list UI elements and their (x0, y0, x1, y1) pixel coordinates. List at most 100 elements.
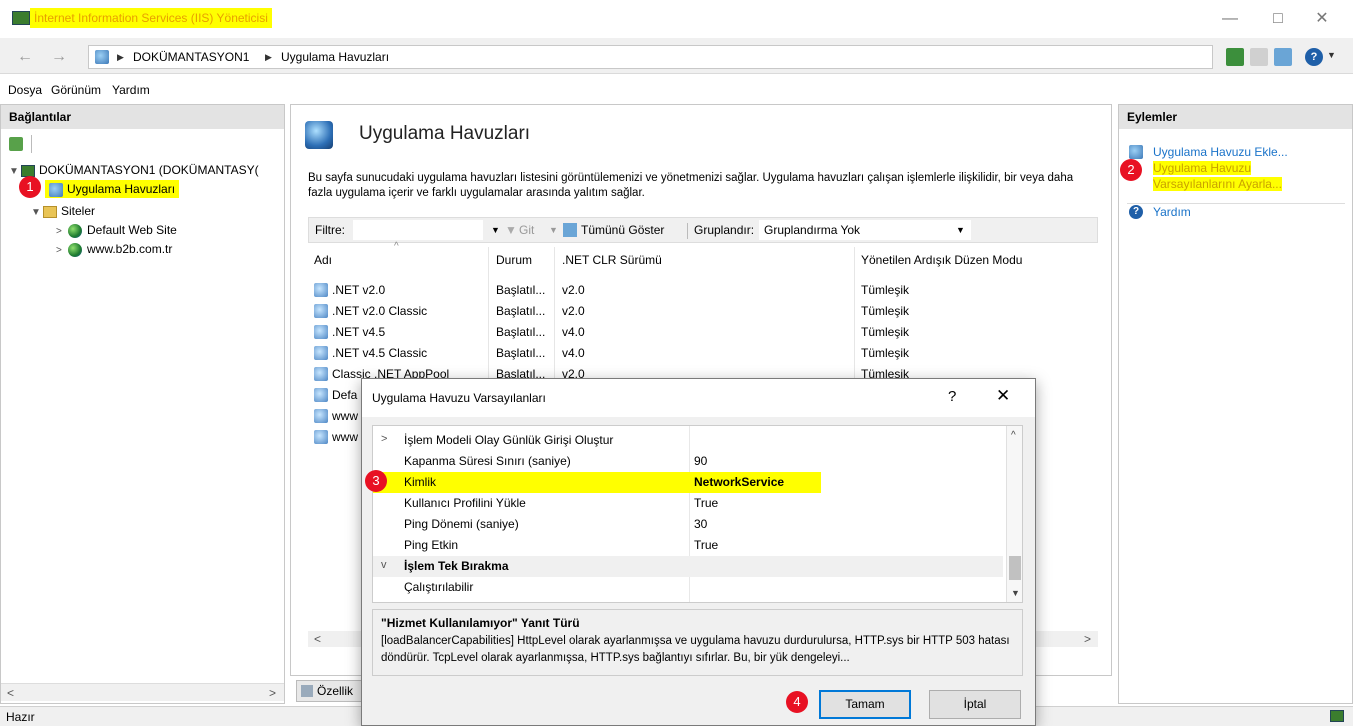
scroll-thumb[interactable] (1009, 556, 1021, 580)
set-defaults-link-line2[interactable]: Varsayılanlarını Ayarla... (1153, 177, 1282, 191)
address-bar: ← → ▶ DOKÜMANTASYON1 ▶ Uygulama Havuzlar… (0, 38, 1353, 74)
status-text: Hazır (6, 710, 35, 724)
add-app-pool-link[interactable]: Uygulama Havuzu Ekle... (1153, 145, 1288, 159)
chevron-down-icon: ▼ (956, 225, 965, 235)
home-icon[interactable] (1274, 48, 1292, 66)
minimize-button[interactable]: — (1210, 6, 1250, 32)
menu-view[interactable]: Görünüm (51, 83, 101, 97)
forward-button[interactable]: → (46, 46, 72, 68)
breadcrumb[interactable]: ▶ DOKÜMANTASYON1 ▶ Uygulama Havuzları (88, 45, 1213, 69)
scroll-down-icon[interactable]: ▼ (1011, 588, 1020, 598)
expand-icon[interactable]: > (381, 433, 387, 445)
features-view-tab[interactable]: Özellik (296, 680, 366, 702)
actions-pane: Eylemler Uygulama Havuzu Ekle... Uygulam… (1118, 104, 1353, 704)
collapse-icon[interactable]: v (381, 559, 387, 571)
back-button[interactable]: ← (12, 46, 38, 68)
help-link[interactable]: Yardım (1153, 205, 1191, 219)
property-value[interactable]: True (694, 538, 718, 552)
column-header-clr[interactable]: .NET CLR Sürümü (562, 253, 662, 267)
app-pool-icon (314, 409, 328, 423)
chevron-right-icon[interactable]: > (56, 242, 68, 260)
connect-tree-icon[interactable] (9, 137, 23, 151)
help-dropdown-icon[interactable]: ▼ (1327, 50, 1336, 60)
property-row[interactable]: Çalıştırılabilir (373, 577, 1003, 598)
scroll-up-icon[interactable]: ^ (1011, 430, 1016, 441)
tree-site-item[interactable]: > Default Web Site (56, 221, 177, 239)
scroll-right-icon[interactable]: > (1084, 632, 1091, 646)
scroll-right-icon[interactable]: > (269, 686, 276, 700)
property-row[interactable]: > İşlem Modeli Olay Günlük Girişi Oluştu… (373, 430, 1003, 451)
breadcrumb-server[interactable]: DOKÜMANTASYON1 (133, 50, 249, 64)
table-row[interactable]: .NET v4.5 Classic Başlatıl... v4.0 Tümleşik (308, 343, 1098, 364)
dialog-title: Uygulama Havuzu Varsayılanları (372, 391, 546, 405)
group-by-value: Gruplandırma Yok (764, 223, 861, 237)
column-header-status[interactable]: Durum (496, 253, 532, 267)
column-header-name[interactable]: Adı (314, 253, 332, 267)
filter-input[interactable] (353, 220, 483, 240)
chevron-down-icon[interactable]: ▼ (31, 204, 43, 222)
tree-site-item[interactable]: > www.b2b.com.tr (56, 240, 172, 258)
horizontal-scrollbar[interactable]: < > (1, 683, 284, 701)
table-row[interactable]: .NET v4.5 Başlatıl... v4.0 Tümleşik (308, 322, 1098, 343)
property-category-row[interactable]: v İşlem Tek Bırakma (373, 556, 1003, 577)
breadcrumb-app-pools[interactable]: Uygulama Havuzları (281, 50, 389, 64)
app-pool-icon (314, 430, 328, 444)
pool-clr: v4.0 (562, 346, 585, 360)
property-row[interactable]: Kapanma Süresi Sınırı (saniye) 90 (373, 451, 1003, 472)
stop-icon[interactable] (1250, 48, 1268, 66)
property-row[interactable]: Ping Dönemi (saniye) 30 (373, 514, 1003, 535)
tree-server-label: DOKÜMANTASYON1 (DOKÜMANTASY( (39, 163, 259, 177)
tree-sites-node[interactable]: ▼ Siteler (31, 202, 95, 220)
filter-dropdown-icon[interactable]: ▼ (491, 225, 500, 235)
server-node-icon (95, 50, 109, 64)
features-view-label: Özellik (317, 684, 354, 698)
property-row[interactable]: Kullanıcı Profilini Yükle True (373, 493, 1003, 514)
group-by-label: Gruplandır: (694, 223, 755, 237)
folder-icon (43, 205, 57, 218)
maximize-button[interactable]: □ (1258, 6, 1298, 32)
property-key: Kimlik (404, 475, 436, 489)
property-row[interactable]: Ping Etkin True (373, 535, 1003, 556)
property-value[interactable]: 90 (694, 454, 707, 468)
cancel-button[interactable]: İptal (929, 690, 1021, 719)
close-button[interactable]: ✕ (1302, 6, 1342, 32)
table-row[interactable]: .NET v2.0 Classic Başlatıl... v2.0 Tümleşik (308, 301, 1098, 322)
dialog-help-button[interactable]: ? (948, 388, 956, 405)
pool-clr: v2.0 (562, 283, 585, 297)
dialog-close-icon[interactable]: ✕ (996, 386, 1010, 406)
group-by-select[interactable]: Gruplandırma Yok ▼ (759, 220, 971, 240)
menu-file[interactable]: Dosya (8, 83, 42, 97)
chevron-right-icon[interactable]: > (56, 223, 68, 241)
chevron-down-icon[interactable]: ▼ (9, 163, 21, 181)
globe-icon (68, 242, 82, 257)
globe-icon (68, 223, 82, 238)
property-grid-scrollbar[interactable]: ^ ▼ (1006, 426, 1022, 602)
help-icon[interactable]: ? (1305, 48, 1323, 66)
go-button[interactable]: Git (519, 223, 534, 237)
help-icon: ? (1129, 205, 1143, 219)
tree-app-pools-node[interactable]: Uygulama Havuzları (45, 180, 180, 198)
table-row[interactable]: .NET v2.0 Başlatıl... v2.0 Tümleşik (308, 280, 1098, 301)
column-header-pipeline[interactable]: Yönetilen Ardışık Düzen Modu (861, 253, 1022, 267)
connections-pane: Bağlantılar ▼ DOKÜMANTASYON1 (DOKÜMANTASY… (0, 104, 285, 704)
ok-button[interactable]: Tamam (819, 690, 911, 719)
property-description-box: "Hizmet Kullanılamıyor" Yanıt Türü [load… (372, 609, 1023, 676)
menu-help[interactable]: Yardım (112, 83, 150, 97)
connections-header: Bağlantılar (1, 105, 284, 129)
property-row-identity[interactable]: Kimlik NetworkService (373, 472, 821, 493)
tree-server-node[interactable]: ▼ DOKÜMANTASYON1 (DOKÜMANTASY( (9, 161, 259, 179)
property-value[interactable]: 30 (694, 517, 707, 531)
show-all-button[interactable]: Tümünü Göster (581, 223, 664, 237)
funnel-icon: ▼ (505, 223, 517, 237)
property-value[interactable]: NetworkService (694, 475, 784, 489)
set-defaults-link-line1[interactable]: Uygulama Havuzu (1153, 161, 1252, 175)
window-titlebar: İnternet Information Services (IIS) Yöne… (0, 0, 1353, 38)
server-status-icon (1330, 710, 1344, 722)
scroll-left-icon[interactable]: < (314, 632, 321, 646)
scroll-left-icon[interactable]: < (7, 686, 14, 700)
step-badge: 2 (1120, 159, 1142, 181)
connect-icon[interactable] (1226, 48, 1244, 66)
property-value[interactable]: True (694, 496, 718, 510)
go-dropdown-icon[interactable]: ▼ (549, 225, 558, 235)
pool-status: Başlatıl... (496, 304, 546, 318)
